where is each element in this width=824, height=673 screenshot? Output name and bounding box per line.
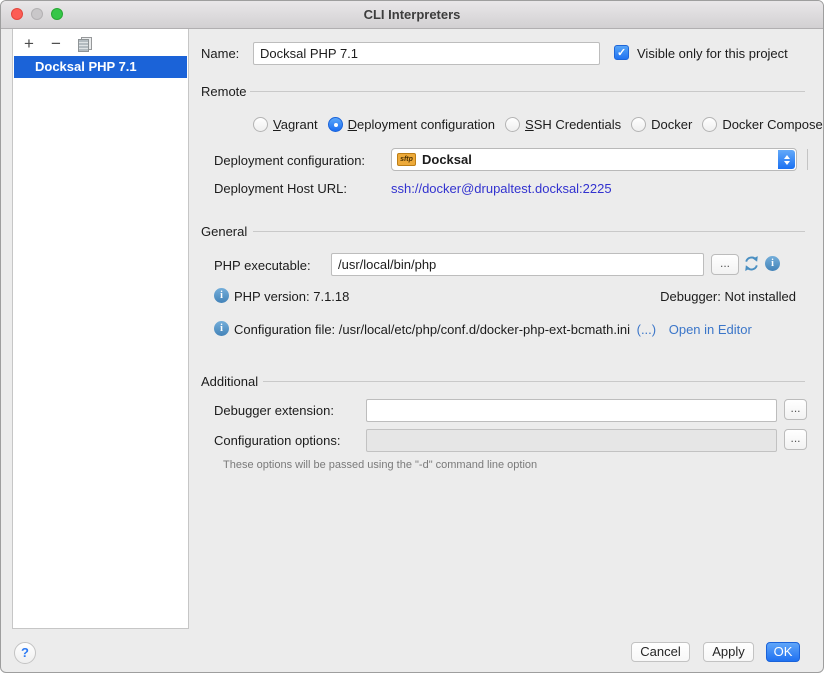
info-icon: i [214,288,229,303]
visible-only-label: Visible only for this project [637,46,788,61]
additional-section-divider [263,381,805,382]
radio-icon [328,117,343,132]
info-icon[interactable]: i [765,256,780,271]
divider [807,149,808,170]
deployment-host-url-label: Deployment Host URL: [214,181,347,196]
radio-ssh-credentials[interactable]: SSH Credentials [505,117,621,132]
php-executable-input[interactable] [331,253,704,276]
options-hint-text: These options will be passed using the "… [223,459,537,471]
duplicate-icon[interactable] [78,37,92,52]
debugger-extension-input[interactable] [366,399,777,422]
additional-section-title: Additional [201,374,258,389]
radio-icon [505,117,520,132]
configuration-options-browse-button[interactable]: ... [784,429,807,450]
php-executable-label: PHP executable: [214,258,311,273]
radio-deployment-configuration[interactable]: Deployment configuration [328,117,495,132]
radio-icon [702,117,717,132]
configuration-options-input[interactable] [366,429,777,452]
duplicate-icon-front [78,39,89,52]
configuration-options-label: Configuration options: [214,433,340,448]
deployment-configuration-label: Deployment configuration: [214,153,365,168]
radio-vagrant[interactable]: Vagrant [253,117,318,132]
cancel-button[interactable]: Cancel [631,642,690,662]
general-section-divider [253,231,805,232]
configuration-file-text: Configuration file: /usr/local/etc/php/c… [234,322,630,337]
zoom-button[interactable] [51,8,63,20]
general-section-title: General [201,224,247,239]
configuration-file-row: Configuration file: /usr/local/etc/php/c… [234,322,752,337]
radio-icon [631,117,646,132]
name-label: Name: [201,46,239,61]
debugger-status: Debugger: Not installed [660,289,796,304]
remote-section-divider [250,91,805,92]
debugger-extension-label: Debugger extension: [214,403,334,418]
cli-interpreters-dialog: CLI Interpreters + − Docksal PHP 7.1 Nam… [0,0,824,673]
visible-only-checkbox[interactable] [614,45,629,60]
remote-section-title: Remote [201,84,247,99]
deployment-configuration-value: Docksal [422,152,472,167]
deployment-host-url-value: ssh://docker@drupaltest.docksal:2225 [391,181,612,196]
remote-type-radio-group: Vagrant Deployment configuration SSH Cre… [253,115,823,133]
deployment-configuration-select[interactable]: sftp Docksal [391,148,797,171]
chevron-down-icon [784,161,790,165]
sftp-icon: sftp [397,153,416,166]
info-icon: i [214,321,229,336]
titlebar: CLI Interpreters [1,1,823,29]
dropdown-stepper-icon[interactable] [778,150,795,169]
add-icon[interactable]: + [20,35,38,53]
name-input[interactable] [253,42,600,65]
ok-button[interactable]: OK [766,642,800,662]
close-button[interactable] [11,8,23,20]
php-executable-browse-button[interactable]: ... [711,254,739,275]
reload-icon[interactable] [743,255,760,272]
php-version-text: PHP version: 7.1.18 [234,289,349,304]
interpreter-list-panel: + − Docksal PHP 7.1 [12,29,189,629]
debugger-extension-browse-button[interactable]: ... [784,399,807,420]
apply-button[interactable]: Apply [703,642,754,662]
chevron-up-icon [784,155,790,159]
open-in-editor-link[interactable]: Open in Editor [669,322,752,337]
configuration-file-expand-link[interactable]: (...) [637,322,657,337]
radio-docker[interactable]: Docker [631,117,692,132]
list-toolbar: + − [13,29,188,56]
window-title: CLI Interpreters [1,1,823,28]
radio-icon [253,117,268,132]
remove-icon[interactable]: − [47,35,65,53]
list-item-docksal-php[interactable]: Docksal PHP 7.1 [14,56,187,78]
minimize-button [31,8,43,20]
help-button[interactable]: ? [14,642,36,664]
radio-docker-compose[interactable]: Docker Compose [702,117,822,132]
